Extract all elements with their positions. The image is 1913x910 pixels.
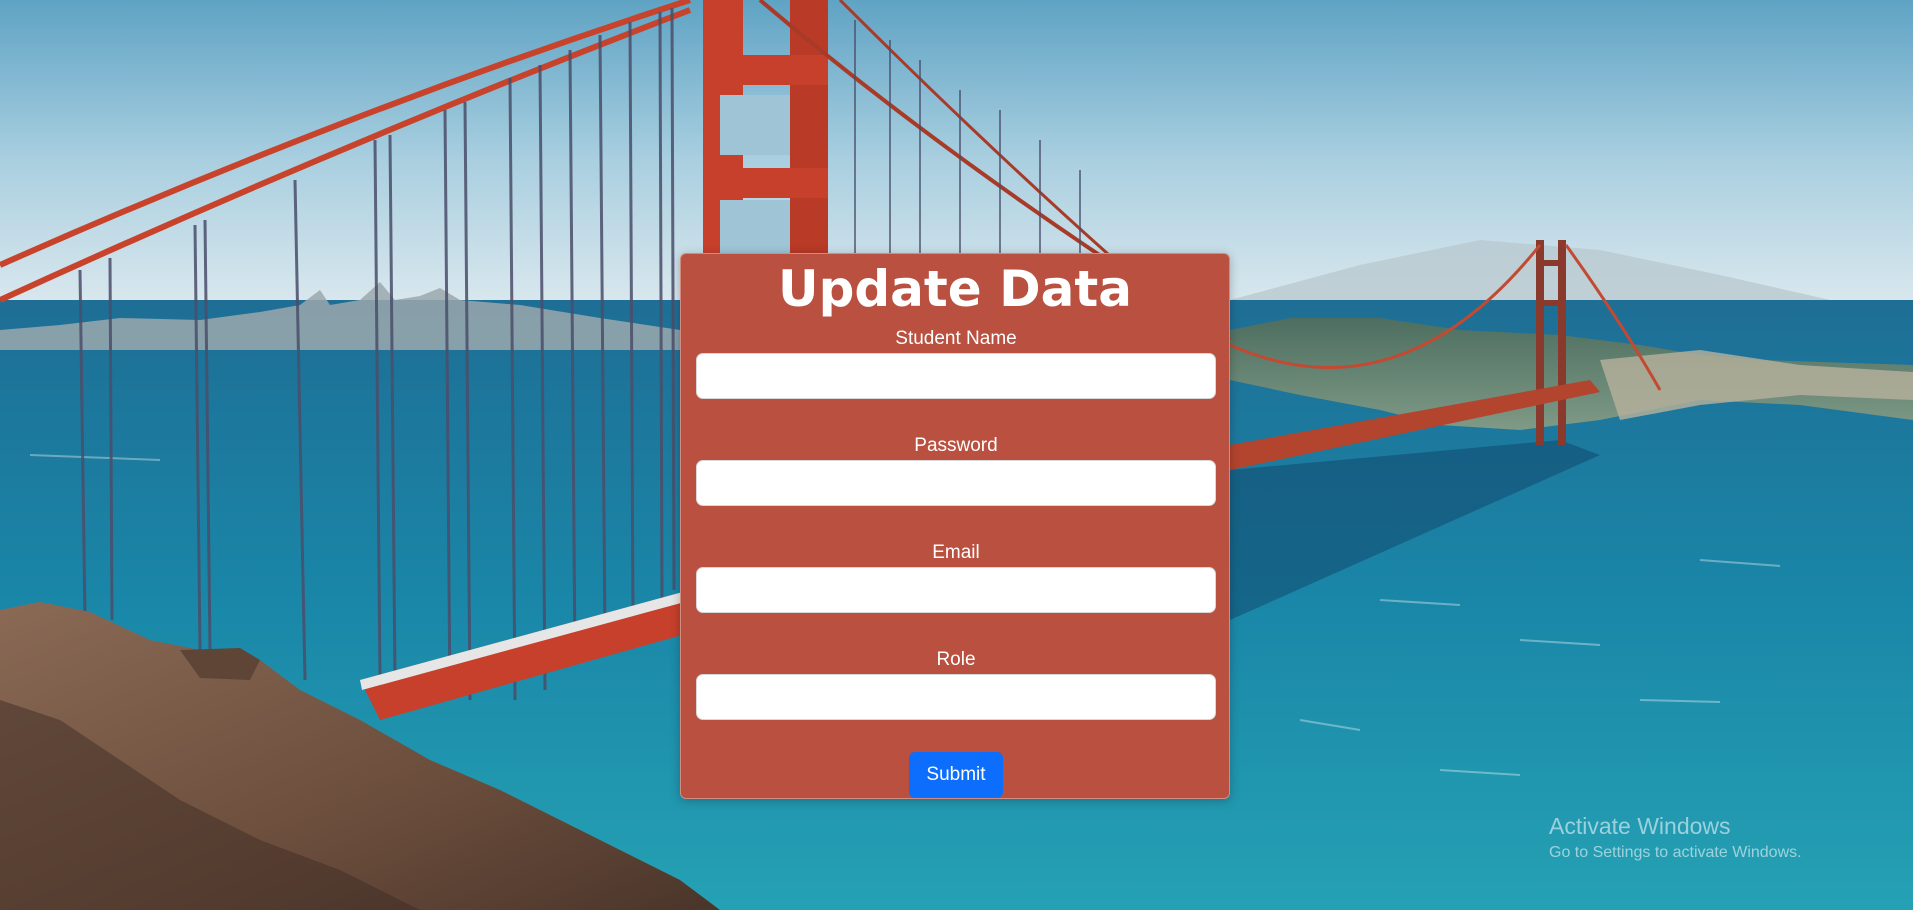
form-title: Update Data [777, 260, 1133, 318]
password-input[interactable] [696, 460, 1216, 506]
role-field: Role [696, 648, 1216, 720]
role-label: Role [936, 649, 976, 670]
password-label: Password [914, 435, 998, 456]
student-name-input[interactable] [696, 353, 1216, 399]
update-data-form: Update Data Student Name Password Email … [680, 253, 1230, 799]
student-name-label: Student Name [895, 328, 1017, 349]
student-name-field: Student Name [696, 327, 1216, 399]
email-input[interactable] [696, 567, 1216, 613]
submit-button[interactable]: Submit [909, 752, 1003, 798]
watermark-title: Activate Windows [1549, 813, 1731, 839]
activate-windows-watermark: Activate Windows Go to Settings to activ… [1549, 812, 1802, 864]
role-input[interactable] [696, 674, 1216, 720]
email-label: Email [932, 542, 980, 563]
email-field: Email [696, 541, 1216, 613]
watermark-subtitle: Go to Settings to activate Windows. [1549, 844, 1802, 861]
password-field: Password [696, 434, 1216, 506]
